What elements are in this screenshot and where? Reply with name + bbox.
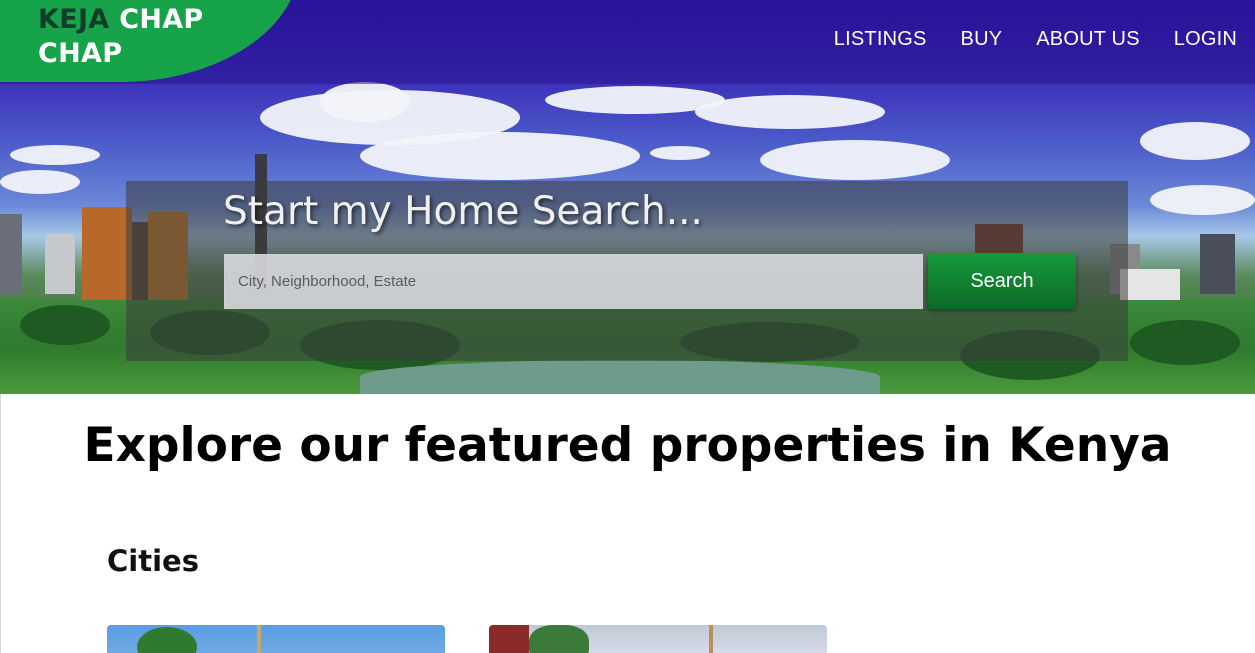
park-lake — [360, 360, 880, 394]
tree-shape — [1130, 320, 1240, 365]
logo-text-chap-2: CHAP — [38, 38, 123, 69]
search-heading: Start my Home Search... — [223, 189, 703, 234]
building-shape — [0, 214, 22, 294]
nav-listings[interactable]: LISTINGS — [834, 28, 927, 51]
nav-about-us[interactable]: ABOUT US — [1036, 28, 1139, 51]
cloud-shape — [1150, 185, 1255, 215]
cloud-shape — [320, 82, 410, 122]
cities-heading: Cities — [107, 544, 199, 578]
cloud-shape — [650, 146, 710, 160]
city-card-1[interactable] — [107, 625, 445, 653]
tree-shape — [137, 627, 197, 653]
logo-text-keja: KEJA — [38, 4, 110, 35]
building-shape — [1200, 234, 1235, 294]
cloud-shape — [760, 140, 950, 180]
city-card-2[interactable] — [489, 625, 827, 653]
nav-buy[interactable]: BUY — [961, 28, 1003, 51]
logo-text-chap: CHAP — [119, 4, 204, 35]
tree-shape — [529, 625, 589, 653]
site-logo[interactable]: KEJA CHAP CHAP — [38, 3, 204, 71]
nav-login[interactable]: LOGIN — [1174, 28, 1237, 51]
building-shape — [1120, 269, 1180, 304]
cloud-shape — [1140, 122, 1250, 160]
featured-properties-heading: Explore our featured properties in Kenya — [83, 418, 1172, 473]
pole-shape — [257, 625, 261, 653]
search-button[interactable]: Search — [928, 253, 1076, 309]
cloud-shape — [360, 132, 640, 180]
cloud-shape — [695, 95, 885, 129]
main-nav: LISTINGS BUY ABOUT US LOGIN — [834, 28, 1237, 51]
cloud-shape — [10, 145, 100, 165]
building-shape — [82, 207, 132, 302]
search-input[interactable] — [224, 254, 923, 309]
search-panel: Start my Home Search... Search — [126, 181, 1128, 361]
tree-shape — [20, 305, 110, 345]
signboard-shape — [489, 625, 529, 653]
cloud-shape — [0, 170, 80, 194]
pole-shape — [709, 625, 713, 653]
hero-banner: KEJA CHAP CHAP LISTINGS BUY ABOUT US LOG… — [0, 0, 1255, 394]
building-shape — [45, 234, 75, 294]
